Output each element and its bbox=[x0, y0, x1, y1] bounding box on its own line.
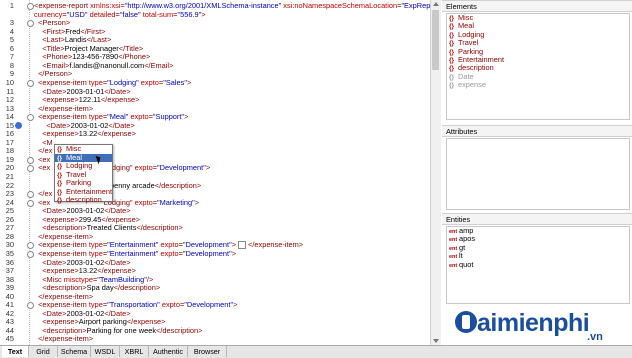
element-list-item[interactable]: {} description bbox=[447, 64, 629, 73]
elements-panel-title: Elements bbox=[442, 0, 632, 12]
scroll-down-arrow-icon[interactable] bbox=[433, 339, 439, 343]
line-number: 1 bbox=[9, 1, 14, 10]
entity-list-item[interactable]: ent lt bbox=[447, 251, 629, 260]
watermark-logo: aimienphi .vn bbox=[455, 305, 625, 345]
entity-list-item[interactable]: ent apos bbox=[447, 235, 629, 244]
editor-vertical-scrollbar[interactable] bbox=[430, 0, 441, 345]
xml-editor[interactable]: 1 <expense-report xmlns:xsi="http://www.w… bbox=[0, 0, 431, 345]
fold-toggle-icon[interactable] bbox=[27, 199, 34, 207]
tab-authentic[interactable]: Authentic bbox=[149, 346, 188, 357]
tab-schema[interactable]: Schema bbox=[58, 346, 91, 357]
autocomplete-item[interactable]: {} Misc bbox=[55, 144, 112, 154]
fold-toggle-icon[interactable] bbox=[27, 20, 34, 28]
fold-toggle-icon[interactable] bbox=[27, 114, 34, 122]
entities-panel[interactable]: ent amp ent apos ent gt ent lt ent quot bbox=[446, 226, 630, 304]
fold-toggle-icon[interactable] bbox=[27, 165, 34, 173]
fold-toggle-icon[interactable] bbox=[27, 302, 34, 310]
logo-icon bbox=[455, 311, 477, 333]
fold-toggle-icon[interactable] bbox=[27, 3, 34, 10]
bookmark-icon[interactable] bbox=[15, 121, 22, 129]
side-panels: Elements {} Misc{} Meal{} Lodging{} Travel{}… bbox=[442, 0, 632, 345]
fold-toggle-icon[interactable] bbox=[27, 79, 34, 87]
fold-toggle-icon[interactable] bbox=[27, 156, 34, 164]
elements-panel[interactable]: {} Misc{} Meal{} Lodging{} Travel{} Parking{}… bbox=[446, 13, 630, 120]
element-list-item[interactable]: {} expense bbox=[447, 80, 629, 90]
element-list-item[interactable]: {} Misc bbox=[447, 13, 629, 22]
entity-list-item[interactable]: ent quot bbox=[447, 260, 629, 269]
element-icon: {} bbox=[449, 82, 455, 90]
element-icon: {} bbox=[57, 197, 63, 204]
autocomplete-item[interactable]: {} description bbox=[55, 195, 112, 205]
code-line[interactable]: 16 <expense>13.22</expense> bbox=[0, 129, 430, 139]
entities-panel-title: Entities bbox=[442, 213, 632, 225]
scrollbar-thumb[interactable] bbox=[432, 10, 439, 70]
fold-toggle-icon[interactable] bbox=[27, 250, 34, 258]
fold-toggle-icon[interactable] bbox=[27, 242, 34, 250]
entity-icon: ent bbox=[449, 262, 458, 269]
logo-suffix: .vn bbox=[587, 331, 603, 343]
collapsed-content-icon[interactable] bbox=[238, 241, 247, 250]
tab-grid[interactable]: Grid bbox=[29, 346, 58, 357]
attributes-panel[interactable] bbox=[446, 138, 630, 210]
tab-wsdl[interactable]: WSDL bbox=[91, 346, 120, 357]
entity-list-item[interactable]: ent gt bbox=[447, 243, 629, 252]
logo-brand: aimienphi bbox=[477, 309, 590, 337]
tab-browser[interactable]: Browser bbox=[188, 346, 227, 357]
attributes-panel-title: Attributes bbox=[442, 125, 632, 137]
tab-text[interactable]: Text bbox=[2, 346, 29, 357]
autocomplete-popup[interactable]: {} Misc{} Meal{} Lodging{} Travel{} Parking{}… bbox=[54, 144, 113, 205]
scroll-up-arrow-icon[interactable] bbox=[433, 2, 439, 6]
tab-xbrl[interactable]: XBRL bbox=[120, 346, 149, 357]
view-tabs: Text Grid Schema WSDL XBRL Authentic Browser bbox=[0, 345, 632, 358]
fold-toggle-icon[interactable] bbox=[27, 191, 34, 199]
